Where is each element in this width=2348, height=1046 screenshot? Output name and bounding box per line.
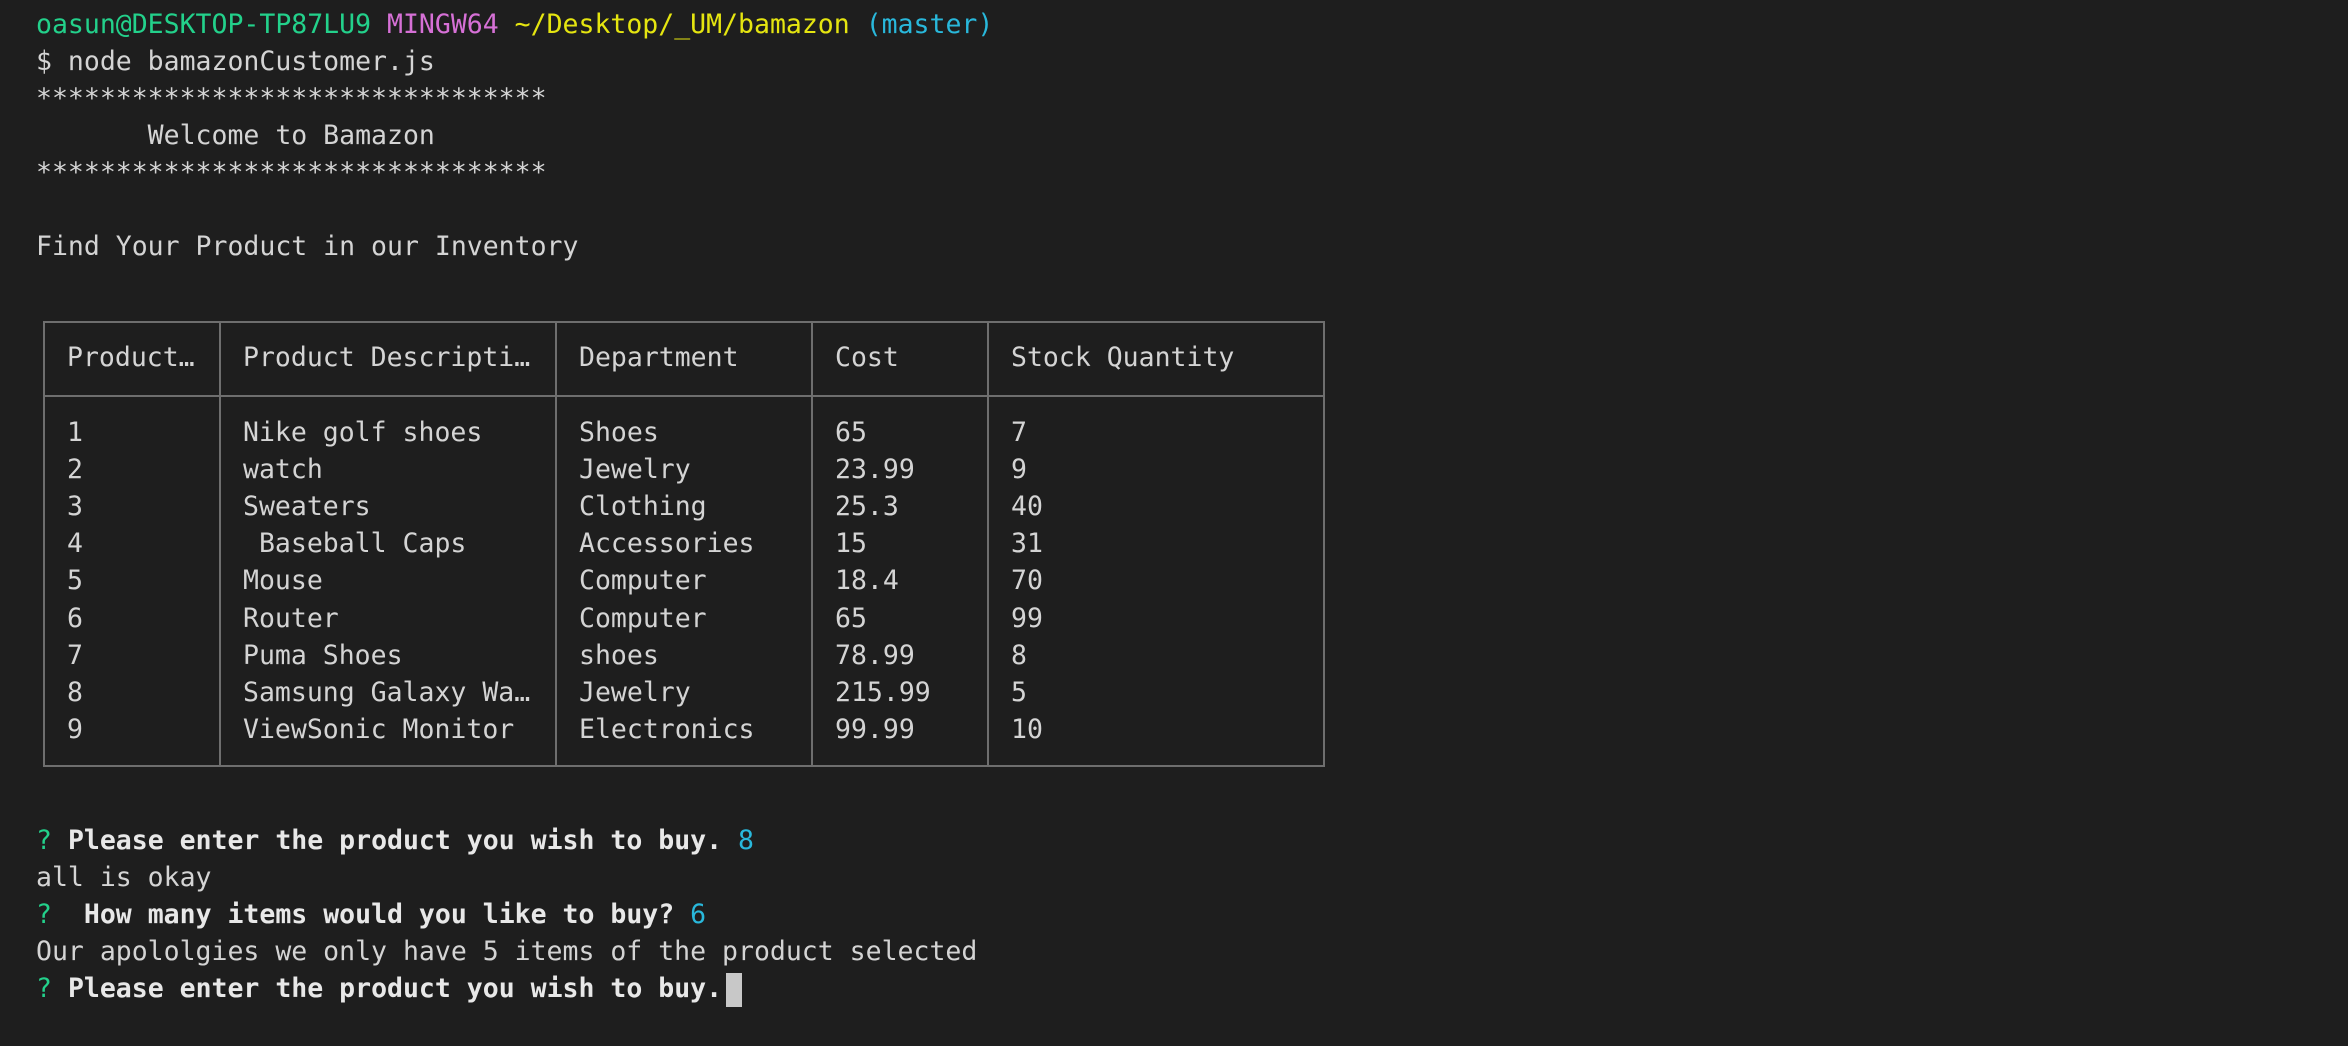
- cell-stock-quantity: 10: [1011, 713, 1043, 745]
- cell-department: Computer: [579, 602, 707, 634]
- cell-department: shoes: [579, 639, 659, 671]
- column-divider: [811, 323, 813, 765]
- session-output[interactable]: ? Please enter the product you wish to b…: [36, 822, 2326, 1007]
- question-mark-icon: ?: [36, 973, 52, 1004]
- cell-stock-quantity: 31: [1011, 528, 1043, 560]
- column-divider: [987, 323, 989, 765]
- cell-department: Computer: [579, 565, 707, 597]
- terminal-output[interactable]: oasun@DESKTOP-TP87LU9 MINGW64 ~/Desktop/…: [36, 6, 2326, 265]
- cell-cost: 78.99: [835, 639, 915, 671]
- header-divider: [45, 395, 1323, 397]
- inventory-table: Product… Product Descripti… Department C…: [43, 321, 1325, 767]
- find-product-text: Find Your Product in our Inventory: [36, 231, 579, 262]
- cell-product-description: Puma Shoes: [243, 639, 403, 671]
- cell-stock-quantity: 5: [1011, 676, 1027, 708]
- user-host: oasun@DESKTOP-TP87LU9: [36, 9, 372, 40]
- cell-cost: 99.99: [835, 713, 915, 745]
- current-path: ~/Desktop/_UM/bamazon: [514, 9, 850, 40]
- question-product-2[interactable]: ? Please enter the product you wish to b…: [36, 970, 2326, 1007]
- column-divider: [219, 323, 221, 765]
- cell-department: Shoes: [579, 417, 659, 448]
- cell-department: Jewelry: [579, 454, 691, 486]
- cell-stock-quantity: 40: [1011, 491, 1043, 523]
- shell-name: MINGW64: [387, 9, 499, 40]
- question-text: Please enter the product you wish to buy…: [67, 973, 723, 1004]
- cell-cost: 23.99: [835, 454, 915, 486]
- command-line: $ node bamazonCustomer.js: [36, 46, 435, 77]
- cell-product-id: 1: [67, 417, 83, 448]
- header-product-id: Product…: [67, 342, 195, 373]
- question-quantity: ? How many items would you like to buy? …: [36, 896, 2326, 933]
- cell-department: Electronics: [579, 713, 755, 745]
- question-mark-icon: ?: [36, 899, 52, 930]
- column-divider: [555, 323, 557, 765]
- cell-product-description: Router: [243, 602, 339, 634]
- text-cursor: [726, 972, 743, 1007]
- cell-cost: 215.99: [835, 676, 931, 708]
- cell-cost: 18.4: [835, 565, 899, 597]
- cell-department: Jewelry: [579, 676, 691, 708]
- cell-stock-quantity: 99: [1011, 602, 1043, 634]
- cell-cost: 25.3: [835, 491, 899, 523]
- cell-product-id: 2: [67, 454, 83, 486]
- cell-stock-quantity: 7: [1011, 417, 1027, 448]
- header-stock-quantity: Stock Quantity: [1011, 342, 1235, 373]
- cell-stock-quantity: 8: [1011, 639, 1027, 671]
- cell-cost: 15: [835, 528, 867, 560]
- cell-stock-quantity: 9: [1011, 454, 1027, 486]
- cell-product-description: ViewSonic Monitor: [243, 713, 515, 745]
- cell-product-description: Sweaters: [243, 491, 371, 523]
- cell-product-description: Samsung Galaxy Wa…: [243, 676, 531, 708]
- prompt-line: oasun@DESKTOP-TP87LU9 MINGW64 ~/Desktop/…: [36, 6, 2326, 43]
- question-mark-icon: ?: [36, 825, 52, 856]
- cell-stock-quantity: 70: [1011, 565, 1043, 597]
- header-product-description: Product Descripti…: [243, 342, 531, 373]
- cell-cost: 65: [835, 602, 867, 634]
- answer-value: 8: [738, 825, 755, 856]
- cell-product-id: 7: [67, 639, 83, 671]
- answer-value: 6: [690, 899, 707, 930]
- banner-stars-bottom: ********************************: [36, 157, 547, 188]
- header-cost: Cost: [835, 342, 899, 373]
- cell-product-id: 9: [67, 713, 83, 745]
- question-text: Please enter the product you wish to buy…: [67, 825, 723, 856]
- cell-product-description: Nike golf shoes: [243, 417, 483, 448]
- header-department: Department: [579, 342, 739, 373]
- response-ok: all is okay: [36, 862, 212, 893]
- cell-product-id: 4: [67, 528, 83, 560]
- git-branch: (master): [865, 9, 994, 40]
- cell-department: Clothing: [579, 491, 707, 523]
- cell-product-id: 3: [67, 491, 83, 523]
- banner-stars-top: ********************************: [36, 83, 547, 114]
- banner-welcome: Welcome to Bamazon: [36, 120, 435, 151]
- response-apology: Our apololgies we only have 5 items of t…: [36, 936, 978, 967]
- question-text: How many items would you like to buy?: [67, 899, 675, 930]
- cell-product-description: Baseball Caps: [243, 528, 467, 560]
- cell-product-description: watch: [243, 454, 323, 486]
- cell-product-id: 6: [67, 602, 83, 634]
- cell-product-id: 8: [67, 676, 83, 708]
- cell-product-id: 5: [67, 565, 83, 597]
- question-product-1: ? Please enter the product you wish to b…: [36, 822, 2326, 859]
- cell-department: Accessories: [579, 528, 755, 560]
- cell-cost: 65: [835, 417, 867, 448]
- cell-product-description: Mouse: [243, 565, 323, 597]
